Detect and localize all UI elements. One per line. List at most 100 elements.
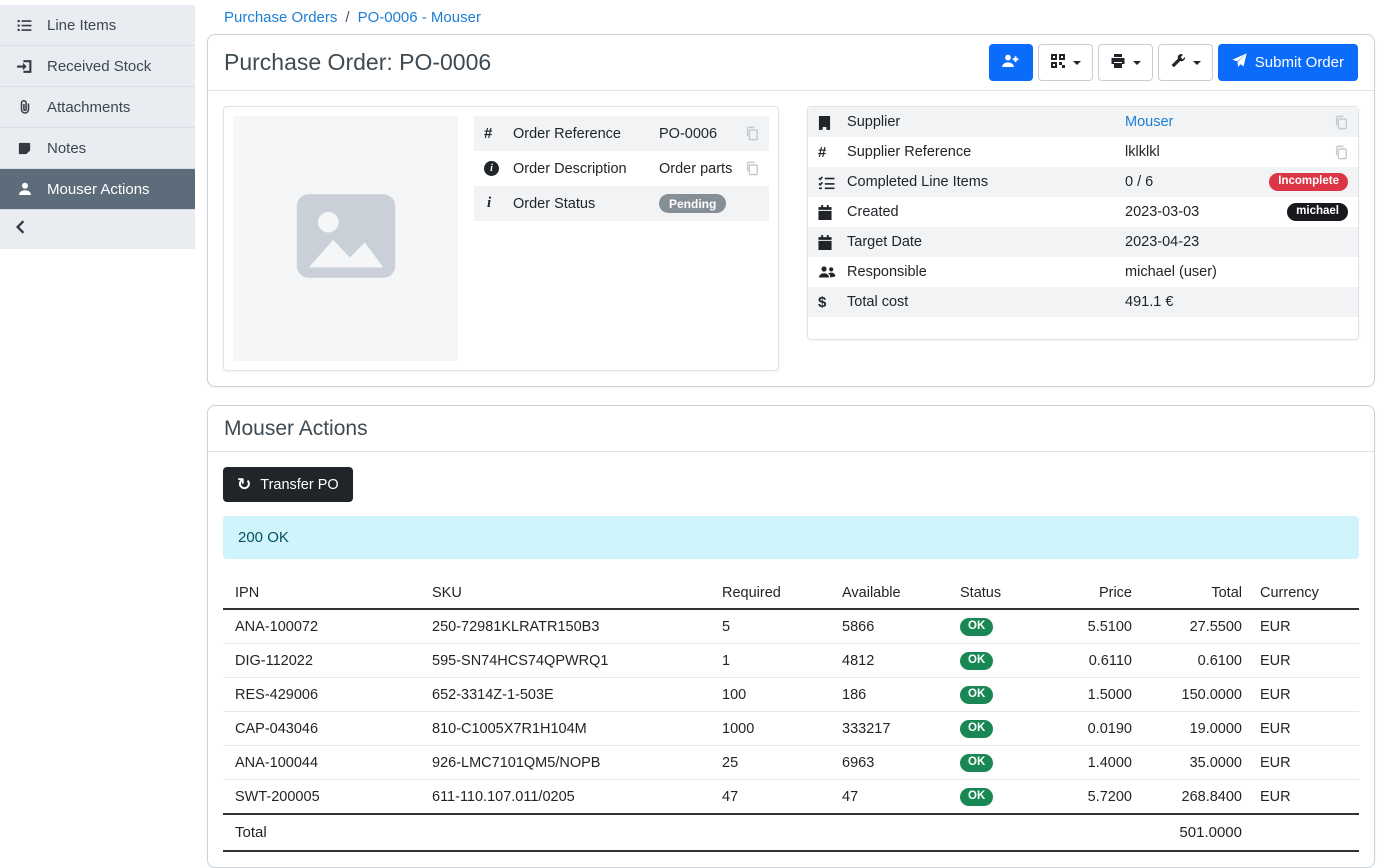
breadcrumb-separator: / xyxy=(345,9,349,26)
cell-ipn: DIG-112022 xyxy=(223,644,428,678)
cell-price: 1.5000 xyxy=(1076,678,1136,712)
printer-icon xyxy=(1110,53,1126,73)
detail-value: Order parts xyxy=(659,161,745,177)
cell-sku: 595-SN74HCS74QPWRQ1 xyxy=(428,644,718,678)
purchase-order-panel-header: Purchase Order: PO-0006 xyxy=(208,35,1374,91)
dollar-icon: $ xyxy=(818,294,847,311)
sidebar-item-received-stock[interactable]: Received Stock xyxy=(0,46,195,87)
sidebar: Line Items Received Stock Attachments No… xyxy=(0,0,195,794)
sidebar-item-label: Notes xyxy=(47,140,86,157)
mouser-actions-panel-header: Mouser Actions xyxy=(208,406,1374,452)
supplier-link[interactable]: Mouser xyxy=(1125,114,1173,130)
barcode-actions-button[interactable] xyxy=(1038,44,1093,81)
cell-sku: 652-3314Z-1-503E xyxy=(428,678,718,712)
transfer-po-label: Transfer PO xyxy=(260,477,338,493)
caret-down-icon xyxy=(1193,61,1201,65)
assign-user-button[interactable] xyxy=(989,44,1033,81)
submit-order-button[interactable]: Submit Order xyxy=(1218,44,1358,81)
cell-price: 0.0190 xyxy=(1076,712,1136,746)
breadcrumb-link-purchase-orders[interactable]: Purchase Orders xyxy=(224,9,337,26)
cell-ipn: SWT-200005 xyxy=(223,780,428,815)
status-ok-badge: OK xyxy=(960,720,993,739)
info-icon: i xyxy=(484,195,513,212)
cell-available: 6963 xyxy=(838,746,956,780)
detail-row-supplier: Supplier Mouser xyxy=(808,107,1358,137)
sidebar-item-notes[interactable]: Notes xyxy=(0,128,195,169)
detail-value: lklklkl xyxy=(1125,144,1334,160)
detail-label: Supplier Reference xyxy=(847,144,1125,160)
cell-ipn: CAP-043046 xyxy=(223,712,428,746)
table-row: RES-429006 652-3314Z-1-503E 100 186 OK 1… xyxy=(223,678,1359,712)
building-icon xyxy=(818,115,847,130)
column-header-ipn: IPN xyxy=(223,577,428,609)
order-actions-toolbar: Submit Order xyxy=(989,44,1358,81)
column-header-price: Price xyxy=(1076,577,1136,609)
sidebar-item-label: Attachments xyxy=(47,99,130,116)
sidebar-item-label: Line Items xyxy=(47,17,116,34)
image-placeholder-icon xyxy=(287,177,405,300)
sidebar-item-line-items[interactable]: Line Items xyxy=(0,5,195,46)
cell-total: 0.6100 xyxy=(1136,644,1246,678)
detail-value: PO-0006 xyxy=(659,126,745,142)
cell-total: 268.8400 xyxy=(1136,780,1246,815)
order-options-button[interactable] xyxy=(1158,44,1213,81)
cell-available: 186 xyxy=(838,678,956,712)
detail-row-order-reference: # Order Reference PO-0006 xyxy=(474,116,769,151)
sidebar-item-attachments[interactable]: Attachments xyxy=(0,87,195,128)
cell-required: 25 xyxy=(718,746,838,780)
copy-icon[interactable] xyxy=(1334,115,1348,130)
copy-icon[interactable] xyxy=(745,126,759,141)
detail-value: michael (user) xyxy=(1125,264,1348,280)
detail-label: Completed Line Items xyxy=(847,174,1125,190)
note-icon xyxy=(15,141,34,156)
detail-row-created: Created 2023-03-03 michael xyxy=(808,197,1358,227)
user-badge: michael xyxy=(1287,203,1348,221)
sidebar-item-label: Mouser Actions xyxy=(47,181,150,198)
calendar-icon xyxy=(818,235,847,250)
list-check-icon xyxy=(818,175,847,190)
cell-total: 27.5500 xyxy=(1136,609,1246,644)
table-row: CAP-043046 810-C1005X7R1H104M 1000 33321… xyxy=(223,712,1359,746)
cell-available: 333217 xyxy=(838,712,956,746)
cell-available: 5866 xyxy=(838,609,956,644)
cell-currency: EUR xyxy=(1246,644,1359,678)
cell-required: 1000 xyxy=(718,712,838,746)
column-header-sku: SKU xyxy=(428,577,718,609)
sidebar-item-mouser-actions[interactable]: Mouser Actions xyxy=(0,169,195,210)
cell-ipn: ANA-100072 xyxy=(223,609,428,644)
cell-currency: EUR xyxy=(1246,712,1359,746)
detail-label: Responsible xyxy=(847,264,1125,280)
detail-row-order-description: i Order Description Order parts xyxy=(474,151,769,186)
cell-price: 0.6110 xyxy=(1076,644,1136,678)
cell-price: 5.7200 xyxy=(1076,780,1136,815)
copy-icon[interactable] xyxy=(1334,145,1348,160)
status-ok-badge: OK xyxy=(960,788,993,807)
cell-currency: EUR xyxy=(1246,678,1359,712)
detail-row-total-cost: $ Total cost 491.1 € xyxy=(808,287,1358,317)
copy-icon[interactable] xyxy=(745,161,759,176)
order-summary-table: # Order Reference PO-0006 i Order Descri… xyxy=(474,116,769,221)
po-image-placeholder xyxy=(233,116,458,361)
cell-sku: 926-LMC7101QM5/NOPB xyxy=(428,746,718,780)
submit-order-label: Submit Order xyxy=(1255,54,1344,71)
mouser-actions-panel: Mouser Actions ↻ Transfer PO 200 OK xyxy=(207,405,1375,868)
list-icon xyxy=(15,17,34,34)
column-header-status: Status xyxy=(956,577,1076,609)
cell-available: 4812 xyxy=(838,644,956,678)
detail-label: Supplier xyxy=(847,114,1125,130)
status-ok-badge: OK xyxy=(960,754,993,773)
sidebar-collapse-button[interactable] xyxy=(0,210,195,249)
breadcrumb-link-po-0006[interactable]: PO-0006 - Mouser xyxy=(358,9,481,26)
paperclip-icon xyxy=(15,99,34,115)
status-alert: 200 OK xyxy=(223,516,1359,559)
transfer-po-button[interactable]: ↻ Transfer PO xyxy=(223,467,353,502)
print-actions-button[interactable] xyxy=(1098,44,1153,81)
caret-down-icon xyxy=(1073,61,1081,65)
users-icon xyxy=(818,265,847,279)
hash-icon: # xyxy=(818,144,847,161)
table-row: ANA-100072 250-72981KLRATR150B3 5 5866 O… xyxy=(223,609,1359,644)
detail-row-supplier-reference: # Supplier Reference lklklkl xyxy=(808,137,1358,167)
breadcrumb: Purchase Orders / PO-0006 - Mouser xyxy=(207,0,1375,34)
caret-down-icon xyxy=(1133,61,1141,65)
chevron-left-icon xyxy=(15,220,26,239)
